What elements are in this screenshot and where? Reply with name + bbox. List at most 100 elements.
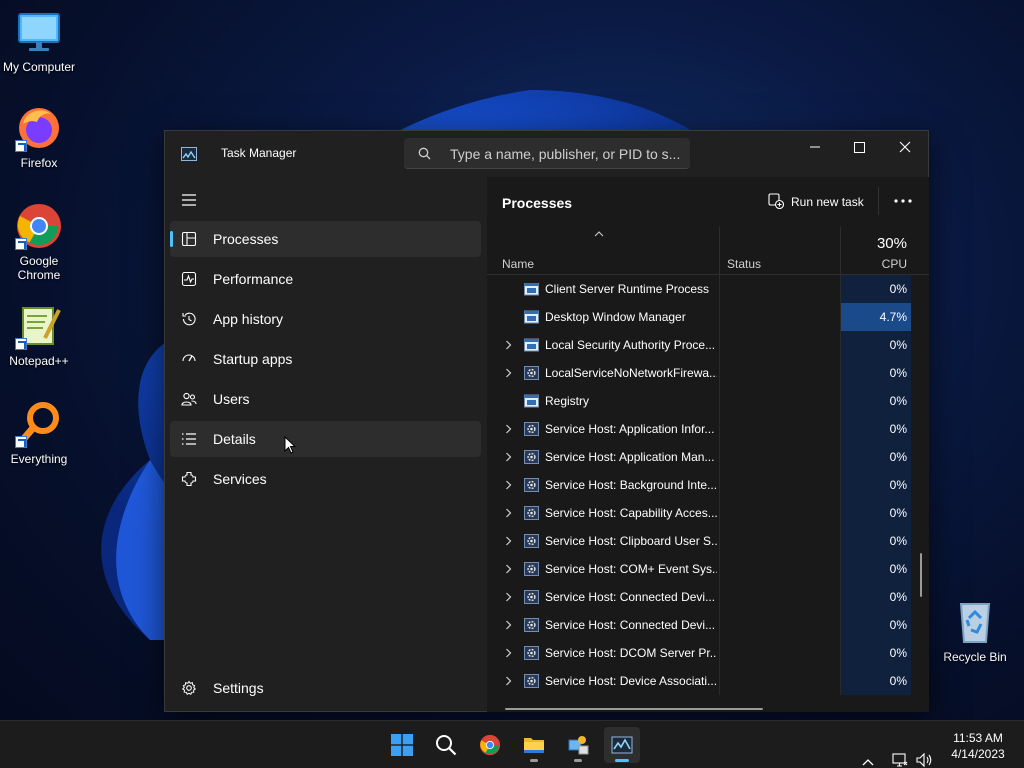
- vertical-scrollbar[interactable]: [920, 553, 922, 597]
- process-name: Service Host: Application Infor...: [545, 422, 715, 436]
- horizontal-scrollbar[interactable]: [505, 708, 763, 710]
- search-box[interactable]: Type a name, publisher, or PID to s...: [404, 138, 690, 169]
- desktop-icon-notepad-plus-plus[interactable]: Notepad++: [0, 302, 78, 368]
- taskbar-chrome-button[interactable]: [472, 727, 508, 763]
- process-row[interactable]: Service Host: DCOM Server Pr... 0%: [487, 639, 929, 667]
- nav-item-label: Settings: [213, 680, 264, 696]
- window-title: Task Manager: [221, 146, 297, 160]
- service-gear-icon: [524, 450, 539, 464]
- divider: [878, 187, 879, 215]
- monitor-icon: [15, 8, 63, 56]
- desktop-icon-google-chrome[interactable]: Google Chrome: [0, 202, 78, 282]
- search-input[interactable]: Type a name, publisher, or PID to s...: [450, 146, 680, 162]
- column-header-cpu[interactable]: CPU: [882, 257, 907, 271]
- nav-item-performance[interactable]: Performance: [170, 261, 481, 297]
- nav-item-app-history[interactable]: App history: [170, 301, 481, 337]
- expand-chevron-icon[interactable]: [505, 508, 512, 518]
- process-row[interactable]: Local Security Authority Proce... 0%: [487, 331, 929, 359]
- service-gear-icon: [524, 506, 539, 520]
- desktop-icon-everything[interactable]: Everything: [0, 400, 78, 466]
- sidebar: Processes Performance App history Startu…: [165, 177, 487, 712]
- process-list: Client Server Runtime Process 0% Desktop W…: [487, 283, 929, 703]
- nav-item-processes[interactable]: Processes: [170, 221, 481, 257]
- process-row[interactable]: Service Host: Device Associati... 0%: [487, 667, 929, 695]
- shortcut-arrow-icon: [15, 436, 27, 448]
- close-button[interactable]: [882, 131, 928, 163]
- maximize-button[interactable]: [836, 131, 882, 163]
- nav-item-label: Performance: [213, 271, 294, 287]
- process-row[interactable]: Service Host: Connected Devi... 0%: [487, 611, 929, 639]
- process-cpu-usage: 0%: [889, 394, 907, 408]
- process-row[interactable]: Service Host: Background Inte... 0%: [487, 471, 929, 499]
- taskbar-file-explorer-button[interactable]: [516, 727, 552, 763]
- taskbar-search-button[interactable]: [428, 727, 464, 763]
- expand-chevron-icon[interactable]: [505, 424, 512, 434]
- process-name: Service Host: Clipboard User S...: [545, 534, 717, 548]
- process-row[interactable]: Registry 0%: [487, 387, 929, 415]
- process-row[interactable]: LocalServiceNoNetworkFirewa... 0%: [487, 359, 929, 387]
- show-hidden-icons-chevron-icon[interactable]: [862, 739, 874, 768]
- expand-chevron-icon[interactable]: [505, 676, 512, 686]
- column-header-name[interactable]: Name: [502, 257, 534, 271]
- processes-panel: Processes Run new task Name Status 30% C…: [487, 177, 929, 712]
- sort-ascending-icon: [594, 231, 604, 237]
- process-cpu-usage: 0%: [889, 618, 907, 632]
- system-clock[interactable]: 11:53 AM 4/14/2023: [942, 730, 1014, 762]
- process-row[interactable]: Service Host: Clipboard User S... 0%: [487, 527, 929, 555]
- process-name: Service Host: Connected Devi...: [545, 590, 716, 604]
- process-row[interactable]: Desktop Window Manager 4.7%: [487, 303, 929, 331]
- expand-chevron-icon[interactable]: [505, 592, 512, 602]
- process-cpu-usage: 0%: [889, 590, 907, 604]
- page-title: Processes: [502, 195, 573, 211]
- process-row[interactable]: Service Host: Connected Devi... 0%: [487, 583, 929, 611]
- network-icon[interactable]: [892, 736, 908, 768]
- notepad-plus-plus-icon: [15, 302, 63, 350]
- minimize-button[interactable]: [792, 131, 838, 163]
- more-options-icon[interactable]: [894, 199, 912, 203]
- nav-item-startup-apps[interactable]: Startup apps: [170, 341, 481, 377]
- expand-chevron-icon[interactable]: [505, 536, 512, 546]
- nav-item-details[interactable]: Details: [170, 421, 481, 457]
- desktop-icon-label: Firefox: [20, 156, 58, 170]
- shortcut-arrow-icon: [15, 338, 27, 350]
- file-explorer-icon: [524, 738, 544, 753]
- service-gear-icon: [524, 618, 539, 632]
- start-button[interactable]: [384, 727, 420, 763]
- nav-item-label: Services: [213, 471, 267, 487]
- expand-chevron-icon[interactable]: [505, 620, 512, 630]
- startup-apps-icon: [182, 354, 196, 362]
- task-manager-window: Task Manager Type a name, publisher, or …: [164, 130, 929, 712]
- running-indicator: [530, 759, 538, 762]
- process-cpu-usage: 0%: [889, 450, 907, 464]
- desktop-icon-my-computer[interactable]: My Computer: [0, 8, 78, 74]
- taskbar-control-panel-button[interactable]: [560, 727, 596, 763]
- taskbar-task-manager-button[interactable]: [604, 727, 640, 763]
- expand-chevron-icon[interactable]: [505, 452, 512, 462]
- expand-chevron-icon[interactable]: [505, 648, 512, 658]
- expand-chevron-icon[interactable]: [505, 480, 512, 490]
- nav-item-settings[interactable]: Settings: [170, 670, 481, 706]
- active-indicator: [170, 231, 173, 247]
- hamburger-menu-icon[interactable]: [181, 194, 197, 206]
- details-icon: [182, 433, 196, 445]
- everything-search-icon: [15, 400, 63, 448]
- column-header-status[interactable]: Status: [727, 257, 761, 271]
- expand-chevron-icon[interactable]: [505, 564, 512, 574]
- desktop-icon-recycle-bin[interactable]: Recycle Bin: [938, 598, 1012, 664]
- volume-icon[interactable]: [916, 736, 934, 768]
- nav-item-services[interactable]: Services: [170, 461, 481, 497]
- process-row[interactable]: Service Host: Application Infor... 0%: [487, 415, 929, 443]
- process-row[interactable]: Service Host: Capability Acces... 0%: [487, 499, 929, 527]
- maximize-icon: [853, 141, 865, 153]
- title-bar[interactable]: Task Manager Type a name, publisher, or …: [165, 131, 928, 177]
- expand-chevron-icon[interactable]: [505, 368, 512, 378]
- desktop-icon-firefox[interactable]: Firefox: [0, 104, 78, 170]
- process-row[interactable]: Client Server Runtime Process 0%: [487, 283, 929, 303]
- minimize-icon: [810, 146, 820, 148]
- control-panel-icon: [568, 736, 589, 755]
- process-row[interactable]: Service Host: Application Man... 0%: [487, 443, 929, 471]
- process-name: Service Host: DCOM Server Pr...: [545, 646, 717, 660]
- nav-item-users[interactable]: Users: [170, 381, 481, 417]
- process-row[interactable]: Service Host: COM+ Event Sys... 0%: [487, 555, 929, 583]
- expand-chevron-icon[interactable]: [505, 340, 512, 350]
